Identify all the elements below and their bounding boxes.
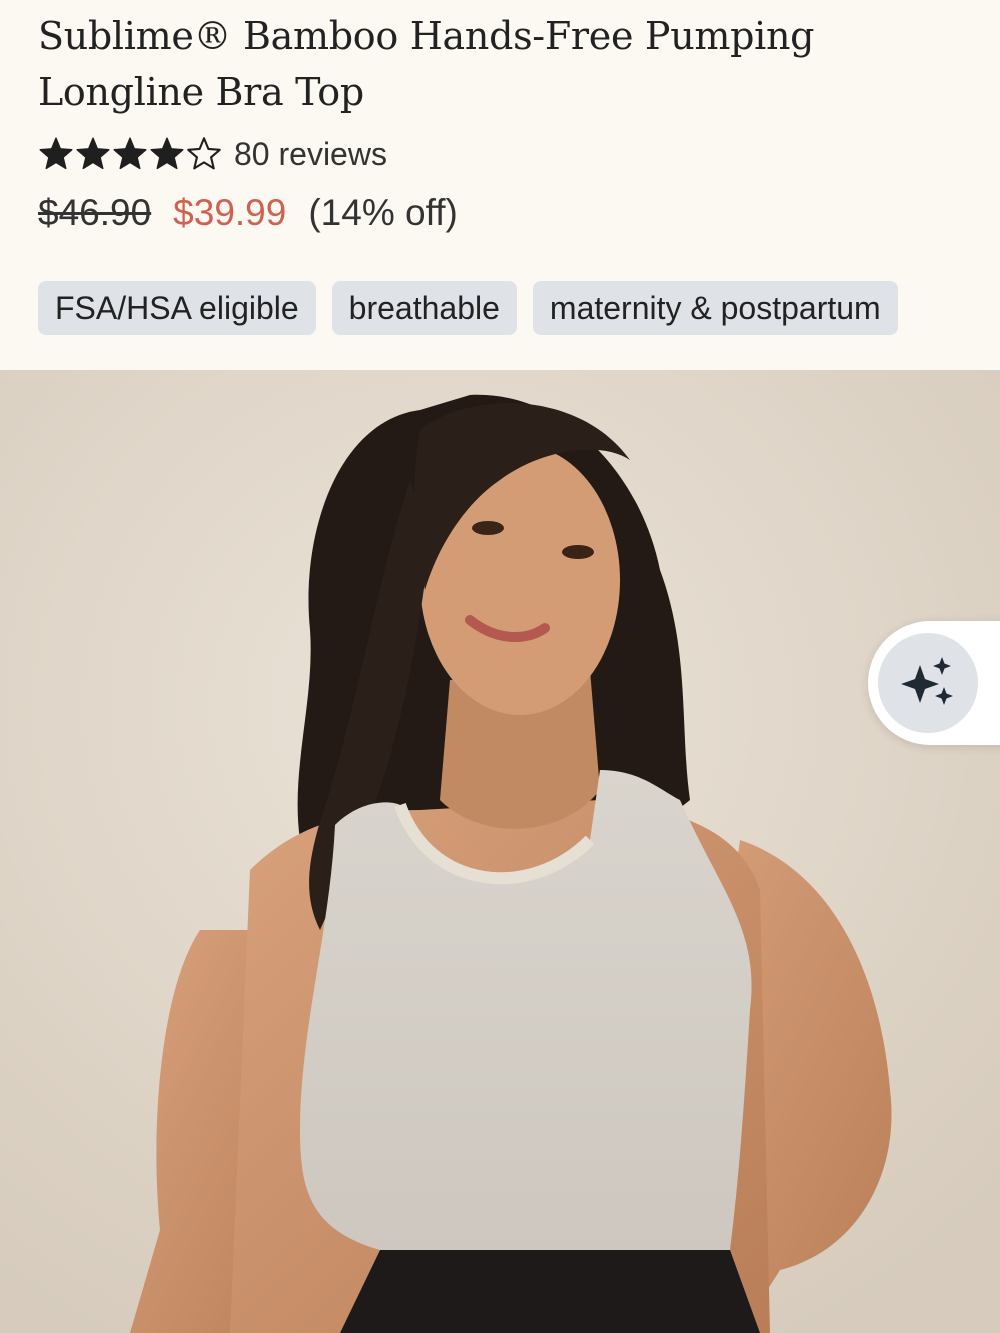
ai-assistant-tab [868,621,1000,745]
tag-maternity[interactable]: maternity & postpartum [532,281,898,335]
tag-breathable[interactable]: breathable [331,281,517,335]
reviews-link[interactable]: 80 reviews [234,136,387,173]
model-illustration [0,370,1000,1333]
product-image[interactable] [0,370,1000,1333]
star-empty-icon [187,137,221,170]
product-title: Sublime® Bamboo Hands-Free Pumping Longl… [38,14,815,114]
tag-fsa-hsa[interactable]: FSA/HSA eligible [38,281,316,335]
star-filled-icon [39,137,73,170]
ai-assistant-button[interactable] [878,633,978,733]
star-filled-icon [150,137,184,170]
sparkles-icon [901,657,953,705]
rating-row[interactable]: 80 reviews [38,132,387,176]
star-filled-icon [76,137,110,170]
tag-list: FSA/HSA eligible breathable maternity & … [38,281,898,335]
star-rating [38,136,222,172]
original-price: $46.90 [38,192,152,233]
discount-label: (14% off) [308,192,458,233]
star-filled-icon [113,137,147,170]
sale-price: $39.99 [173,192,287,233]
price-row: $46.90 $39.99 (14% off) [38,188,458,238]
